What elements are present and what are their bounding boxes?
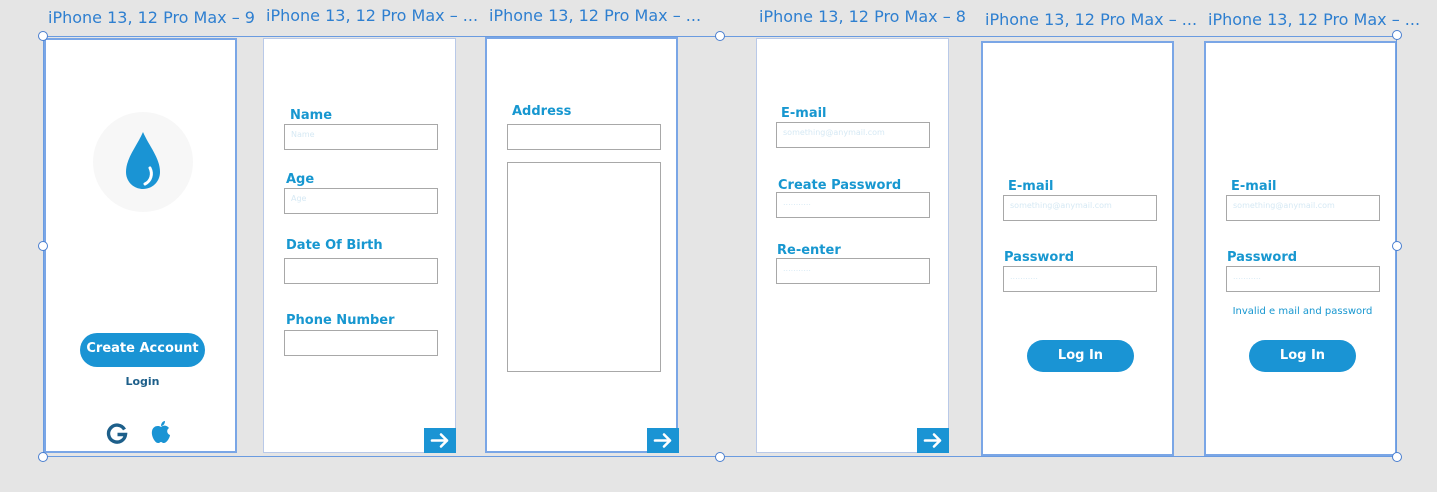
artboard-title-5[interactable]: iPhone 13, 12 Pro Max – ... [985, 10, 1197, 29]
artboard-screen-6[interactable]: E-mail something@anymail.com Password ..… [1204, 41, 1397, 456]
dob-input[interactable] [284, 258, 438, 284]
email-label: E-mail [1231, 179, 1277, 194]
password-label: Password [1004, 250, 1075, 265]
age-input[interactable]: Age [284, 188, 438, 214]
resize-handle-bottom-center[interactable] [715, 452, 725, 462]
artboard-title-2[interactable]: iPhone 13, 12 Pro Max – ... [266, 6, 478, 25]
email-label: E-mail [781, 106, 827, 121]
email-label: E-mail [1008, 179, 1054, 194]
artboard-screen-5[interactable]: E-mail something@anymail.com Password ..… [981, 41, 1174, 456]
create-password-input[interactable]: ........... [776, 192, 930, 218]
email-input[interactable]: something@anymail.com [776, 122, 930, 148]
artboard-screen-1[interactable]: Create Account Login [44, 38, 237, 453]
resize-handle-bottom-right[interactable] [1392, 452, 1402, 462]
login-button[interactable]: Log In [1249, 340, 1356, 372]
email-input[interactable]: something@anymail.com [1226, 195, 1380, 221]
reenter-label: Re-enter [777, 243, 841, 258]
arrow-right-icon [923, 433, 942, 448]
email-input[interactable]: something@anymail.com [1003, 195, 1157, 221]
password-input[interactable]: ........... [1003, 266, 1157, 292]
logo-circle [93, 112, 193, 212]
next-button[interactable] [917, 428, 949, 453]
address-line-input[interactable] [507, 124, 661, 150]
name-label: Name [290, 108, 333, 123]
resize-handle-middle-left[interactable] [38, 241, 48, 251]
create-account-button[interactable]: Create Account [80, 333, 205, 367]
next-button[interactable] [647, 428, 679, 453]
resize-handle-middle-right[interactable] [1392, 241, 1402, 251]
artboard-screen-2[interactable]: Name Name Age Age Date Of Birth Phone Nu… [263, 38, 456, 453]
resize-handle-top-left[interactable] [38, 31, 48, 41]
name-input[interactable]: Name [284, 124, 438, 150]
artboard-screen-4[interactable]: E-mail something@anymail.com Create Pass… [756, 38, 949, 453]
address-label: Address [512, 104, 572, 119]
resize-handle-bottom-left[interactable] [38, 452, 48, 462]
reenter-password-input[interactable]: ........... [776, 258, 930, 284]
water-drop-icon [126, 132, 160, 189]
artboard-title-1[interactable]: iPhone 13, 12 Pro Max – 9 [48, 8, 255, 27]
artboard-title-6[interactable]: iPhone 13, 12 Pro Max – ... [1208, 10, 1420, 29]
apple-icon[interactable] [149, 419, 173, 445]
artboard-title-3[interactable]: iPhone 13, 12 Pro Max – ... [489, 6, 701, 25]
selection-box [43, 36, 1397, 457]
create-password-label: Create Password [778, 178, 902, 193]
artboard-screen-3[interactable]: Address [485, 37, 679, 453]
dob-label: Date Of Birth [286, 238, 383, 253]
password-label: Password [1227, 250, 1298, 265]
password-input[interactable]: ........... [1226, 266, 1380, 292]
arrow-right-icon [653, 433, 672, 448]
resize-handle-top-center[interactable] [715, 31, 725, 41]
phone-input[interactable] [284, 330, 438, 356]
error-message: Invalid e mail and password [1232, 306, 1373, 317]
resize-handle-top-right[interactable] [1392, 30, 1402, 40]
login-link[interactable]: Login [46, 375, 239, 388]
arrow-right-icon [430, 433, 449, 448]
age-label: Age [286, 172, 315, 187]
artboard-title-4[interactable]: iPhone 13, 12 Pro Max – 8 [759, 7, 966, 26]
google-icon[interactable] [105, 421, 129, 445]
phone-label: Phone Number [286, 313, 395, 328]
address-textarea[interactable] [507, 162, 661, 372]
next-button[interactable] [424, 428, 456, 453]
login-button[interactable]: Log In [1027, 340, 1134, 372]
